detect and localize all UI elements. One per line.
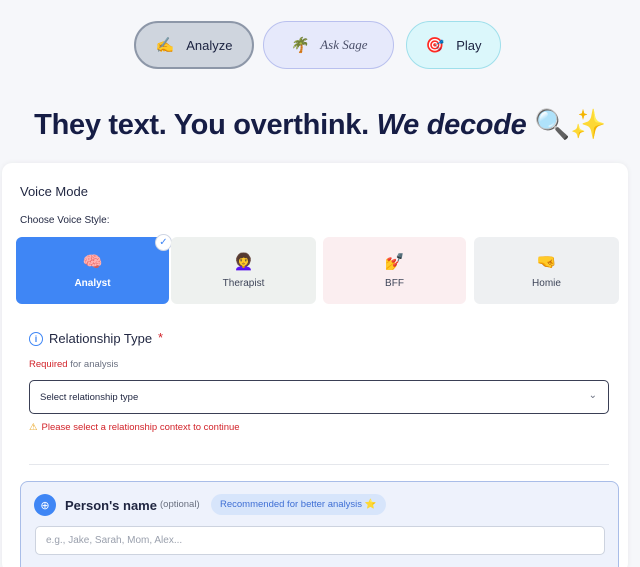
required-star: * — [158, 330, 164, 345]
page-headline: They text. You overthink. We decode 🔍✨ — [0, 108, 640, 142]
warning-text: Please select a relationship context to … — [41, 422, 240, 433]
relationship-type-title: Relationship Type — [49, 331, 153, 346]
voice-option-therapist[interactable]: 👩‍🦱 Therapist — [171, 237, 316, 304]
voice-option-homie[interactable]: 🤜 Homie — [474, 237, 619, 304]
target-icon: 🎯 — [425, 37, 445, 54]
analyze-button[interactable]: ✍️ Analyze — [134, 21, 254, 69]
relationship-warning: ⚠ Please select a relationship context to… — [29, 422, 240, 433]
brain-icon: 🧠 — [82, 254, 103, 271]
ask-sage-button[interactable]: 🌴 Ask Sage — [263, 21, 394, 69]
person-icon: ⊕ — [34, 494, 56, 516]
fist-bump-icon: 🤜 — [536, 254, 557, 271]
headline-part1: They text. You overthink. — [34, 109, 377, 141]
voice-option-label: BFF — [385, 278, 404, 289]
nail-polish-icon: 💅 — [384, 254, 405, 271]
recommended-badge: Recommended for better analysis ⭐ — [211, 494, 386, 515]
relationship-select-value: Select relationship type — [40, 391, 139, 403]
required-rest: for analysis — [67, 359, 119, 370]
required-word: Required — [29, 359, 68, 370]
required-note: Required for analysis — [29, 359, 118, 370]
voice-option-label: Therapist — [222, 278, 265, 289]
optional-label: (optional) — [160, 499, 200, 510]
divider — [29, 464, 609, 465]
info-icon[interactable]: i — [29, 332, 43, 346]
top-nav: ✍️ Analyze 🌴 Ask Sage 🎯 Play — [0, 21, 640, 71]
voice-style-subtitle: Choose Voice Style: — [20, 215, 110, 226]
ask-sage-label: Ask Sage — [320, 37, 368, 52]
play-label: Play — [456, 37, 482, 53]
palm-tree-icon: 🌴 — [289, 37, 309, 54]
chevron-down-icon: ⌄ — [588, 390, 597, 401]
person-name-title: Person's name — [65, 498, 157, 513]
voice-mode-title: Voice Mode — [20, 184, 88, 199]
voice-option-label: Analyst — [74, 278, 111, 289]
analyze-label: Analyze — [186, 37, 233, 53]
writing-hand-icon: ✍️ — [155, 37, 175, 54]
person-name-input[interactable] — [35, 526, 605, 555]
relationship-type-select[interactable]: Select relationship type ⌄ — [29, 380, 609, 414]
headline-emoji: 🔍✨ — [526, 109, 606, 141]
voice-option-analyst[interactable]: 🧠 Analyst — [16, 237, 169, 304]
selected-check-icon: ✓ — [155, 234, 172, 251]
warning-icon: ⚠ — [29, 422, 38, 433]
therapist-icon: 👩‍🦱 — [233, 254, 254, 271]
headline-part2: We decode — [376, 109, 527, 141]
play-button[interactable]: 🎯 Play — [406, 21, 501, 69]
voice-option-bff[interactable]: 💅 BFF — [323, 237, 466, 304]
voice-option-label: Homie — [532, 278, 561, 289]
